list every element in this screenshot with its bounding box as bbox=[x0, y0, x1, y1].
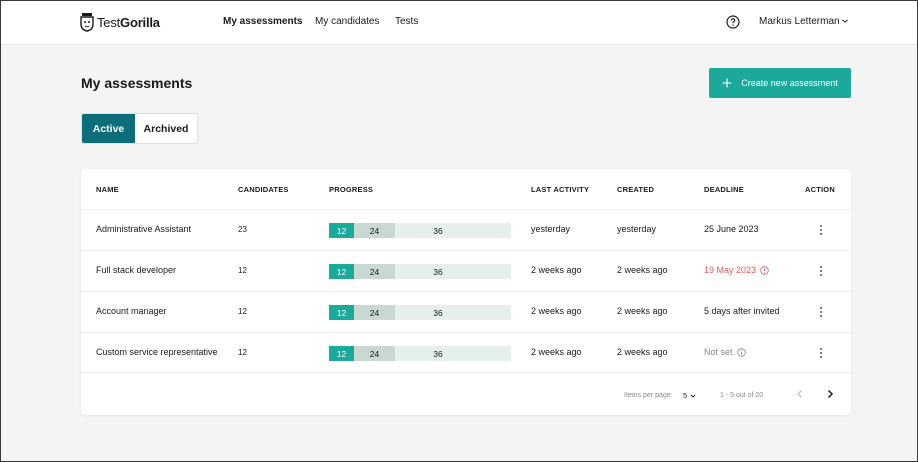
table-row[interactable]: Account manager 12 12 24 36 2 weeks ago … bbox=[81, 291, 851, 332]
warning-info-icon[interactable] bbox=[760, 265, 769, 275]
row-actions-icon[interactable] bbox=[819, 307, 823, 317]
progress-segment-invited: 12 bbox=[329, 223, 354, 238]
candidates-count: 12 bbox=[238, 348, 247, 357]
logo-text-part1: Test bbox=[97, 14, 121, 30]
created-date: 2 weeks ago bbox=[617, 347, 668, 357]
progress-bar: 12 24 36 bbox=[329, 264, 511, 279]
logo[interactable]: TestGorilla bbox=[80, 11, 160, 33]
column-header-action: ACTION bbox=[805, 185, 835, 194]
chevron-down-icon bbox=[690, 394, 696, 398]
column-header-name: NAME bbox=[96, 185, 119, 194]
last-activity: yesterday bbox=[531, 224, 571, 234]
last-activity: 2 weeks ago bbox=[531, 347, 582, 357]
top-navigation-bar: TestGorilla My assessments My candidates… bbox=[1, 1, 917, 45]
progress-segment-total: 36 bbox=[395, 223, 511, 238]
deadline-text: 19 May 2023 bbox=[704, 265, 757, 275]
pagination-range: 1 - 5 out of 20 bbox=[720, 392, 764, 399]
created-date: yesterday bbox=[617, 224, 657, 234]
page-title: My assessments bbox=[81, 75, 193, 91]
assessment-name[interactable]: Account manager bbox=[96, 306, 167, 316]
items-per-page-value: 5 bbox=[683, 391, 688, 400]
last-activity: 2 weeks ago bbox=[531, 265, 582, 275]
assessment-name[interactable]: Custom service representative bbox=[96, 347, 218, 357]
progress-segment-invited: 12 bbox=[329, 346, 354, 361]
created-date: 2 weeks ago bbox=[617, 265, 668, 275]
column-header-candidates: CANDIDATES bbox=[238, 185, 289, 194]
deadline-text: Not set bbox=[704, 347, 733, 357]
create-button-label: Create new assessment bbox=[741, 78, 838, 88]
previous-page-icon[interactable] bbox=[794, 388, 806, 400]
info-icon[interactable] bbox=[736, 347, 746, 357]
last-activity: 2 weeks ago bbox=[531, 306, 582, 316]
tab-archived[interactable]: Archived bbox=[135, 114, 197, 143]
items-per-page-label: Items per page: bbox=[624, 392, 673, 399]
progress-bar: 12 24 36 bbox=[329, 305, 511, 320]
deadline-not-set: Not set bbox=[704, 347, 746, 357]
column-header-created: CREATED bbox=[617, 185, 655, 194]
created-date: 2 weeks ago bbox=[617, 306, 668, 316]
deadline: 25 June 2023 bbox=[704, 224, 759, 234]
nav-my-candidates[interactable]: My candidates bbox=[315, 16, 379, 27]
progress-segment-started: 24 bbox=[354, 223, 395, 238]
app-frame: TestGorilla My assessments My candidates… bbox=[0, 0, 918, 462]
assessment-name[interactable]: Full stack developer bbox=[96, 265, 176, 275]
candidates-count: 12 bbox=[238, 307, 247, 316]
column-header-progress: PROGRESS bbox=[329, 185, 374, 194]
row-actions-icon[interactable] bbox=[819, 225, 823, 235]
progress-bar: 12 24 36 bbox=[329, 223, 511, 238]
progress-segment-total: 36 bbox=[395, 305, 511, 320]
logo-text-part2: Gorilla bbox=[120, 14, 160, 30]
row-actions-icon[interactable] bbox=[819, 266, 823, 276]
progress-segment-started: 24 bbox=[354, 264, 395, 279]
candidates-count: 23 bbox=[238, 225, 247, 234]
progress-segment-started: 24 bbox=[354, 346, 395, 361]
plus-icon bbox=[722, 78, 732, 88]
help-icon[interactable] bbox=[726, 15, 740, 29]
deadline-overdue: 19 May 2023 bbox=[704, 265, 769, 275]
chevron-down-icon[interactable] bbox=[841, 17, 849, 25]
table-row[interactable]: Full stack developer 12 12 24 36 2 weeks… bbox=[81, 250, 851, 291]
nav-my-assessments[interactable]: My assessments bbox=[223, 16, 303, 27]
candidates-count: 12 bbox=[238, 266, 247, 275]
progress-segment-started: 24 bbox=[354, 305, 395, 320]
progress-segment-total: 36 bbox=[395, 346, 511, 361]
progress-bar: 12 24 36 bbox=[329, 346, 511, 361]
table-row[interactable]: Custom service representative 12 12 24 3… bbox=[81, 332, 851, 373]
create-new-assessment-button[interactable]: Create new assessment bbox=[709, 68, 851, 98]
table-row[interactable]: Administrative Assistant 23 12 24 36 yes… bbox=[81, 209, 851, 250]
assessment-name[interactable]: Administrative Assistant bbox=[96, 224, 191, 234]
user-menu-name[interactable]: Markus Letterman bbox=[759, 16, 840, 27]
next-page-icon[interactable] bbox=[824, 388, 836, 400]
assessments-table-card: NAME CANDIDATES PROGRESS LAST ACTIVITY C… bbox=[81, 169, 851, 415]
deadline: 5 days after invited bbox=[704, 306, 780, 316]
gorilla-logo-icon bbox=[80, 13, 94, 32]
progress-segment-invited: 12 bbox=[329, 305, 354, 320]
progress-segment-total: 36 bbox=[395, 264, 511, 279]
nav-tests[interactable]: Tests bbox=[395, 16, 418, 27]
assessment-status-tabs: Active Archived bbox=[81, 113, 198, 144]
row-actions-icon[interactable] bbox=[819, 348, 823, 358]
tab-active[interactable]: Active bbox=[82, 114, 135, 143]
items-per-page-select[interactable]: 5 bbox=[683, 391, 696, 400]
progress-segment-invited: 12 bbox=[329, 264, 354, 279]
column-header-last-activity: LAST ACTIVITY bbox=[531, 185, 590, 194]
column-header-deadline: DEADLINE bbox=[704, 185, 744, 194]
logo-wordmark: TestGorilla bbox=[97, 15, 160, 30]
